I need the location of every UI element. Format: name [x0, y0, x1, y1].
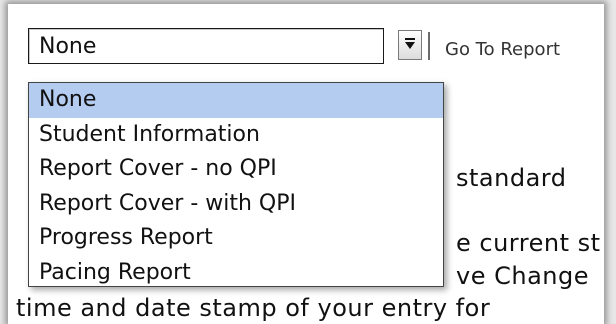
chevron-down-icon [405, 42, 415, 49]
report-select[interactable]: None [28, 28, 384, 64]
dropdown-option-report-cover-no-qpi[interactable]: Report Cover - no QPI [29, 152, 443, 187]
page-frame: standard e current st ve Change time and… [8, 4, 604, 324]
report-select-value: None [39, 34, 97, 59]
dropdown-option-pacing-report[interactable]: Pacing Report [29, 256, 443, 291]
dropdown-option-progress-report[interactable]: Progress Report [29, 221, 443, 256]
dropdown-option-report-cover-with-qpi[interactable]: Report Cover - with QPI [29, 187, 443, 222]
dropdown-option-none[interactable]: None [29, 83, 443, 118]
select-bar-icon [405, 38, 415, 40]
background-text-line: time and date stamp of your entry for [16, 294, 491, 322]
background-text-line: standard [456, 164, 567, 192]
go-to-report-link[interactable]: Go To Report [445, 39, 560, 60]
background-text-line: e current st [456, 229, 601, 257]
select-divider [428, 32, 430, 60]
report-select-toggle[interactable] [398, 30, 422, 60]
background-text-line: ve Change [456, 262, 589, 290]
dropdown-option-student-information[interactable]: Student Information [29, 118, 443, 153]
report-dropdown-list: None Student Information Report Cover - … [28, 82, 444, 287]
